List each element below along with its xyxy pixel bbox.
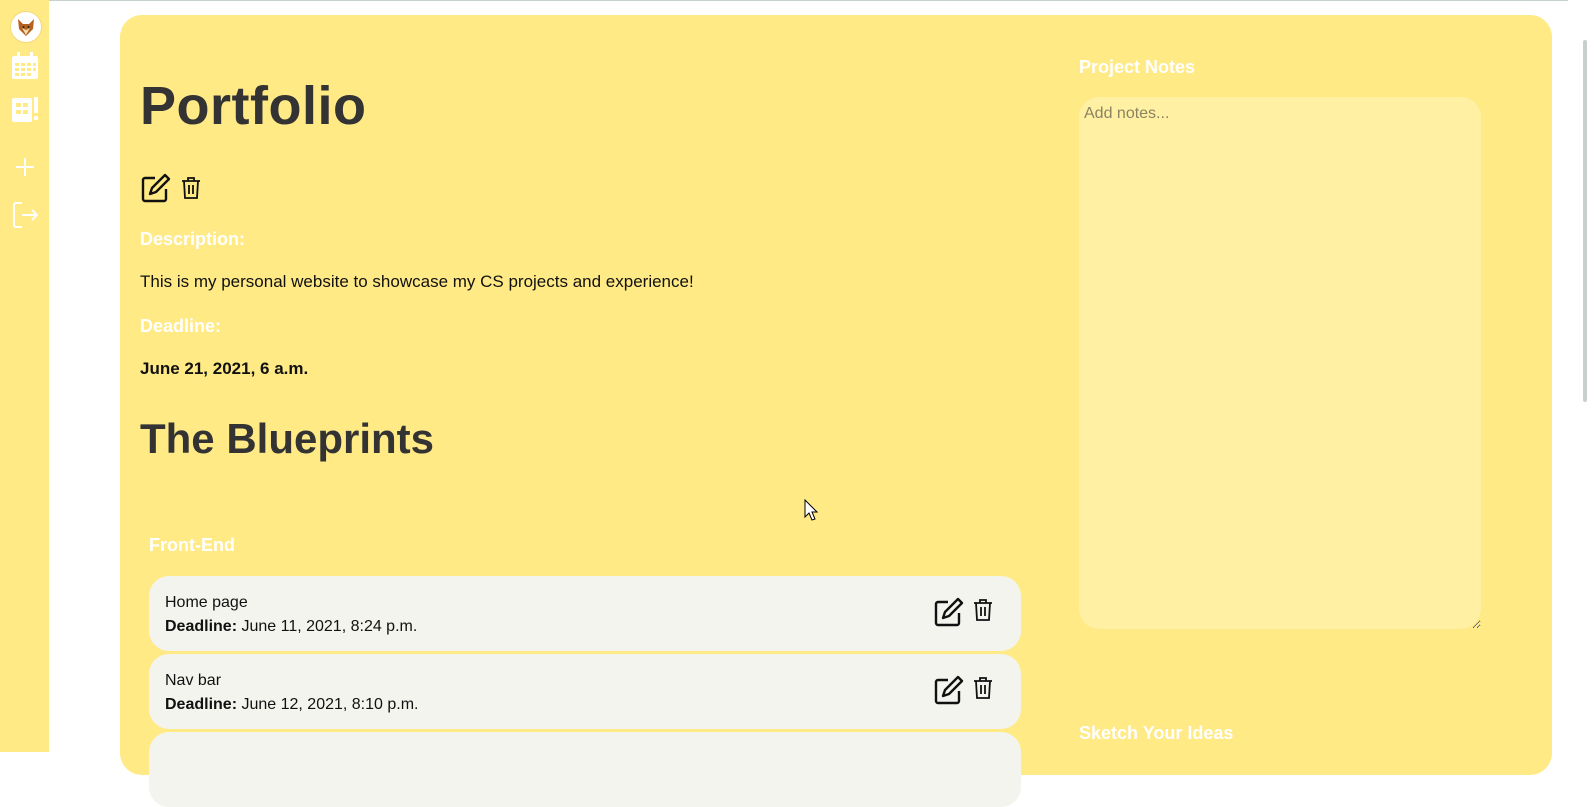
edit-icon bbox=[934, 675, 964, 705]
logout-button[interactable] bbox=[8, 198, 42, 232]
project-deadline: June 21, 2021, 6 a.m. bbox=[140, 359, 309, 378]
description-label: Description: bbox=[140, 229, 246, 249]
edit-task-button[interactable] bbox=[933, 674, 965, 706]
project-actions bbox=[140, 172, 202, 204]
add-icon bbox=[16, 158, 34, 176]
edit-icon bbox=[934, 597, 964, 627]
task-deadline-value: June 12, 2021, 8:10 p.m. bbox=[241, 696, 419, 713]
page-title: Portfolio bbox=[140, 76, 367, 136]
sketch-label: Sketch Your Ideas bbox=[1079, 723, 1234, 743]
task-card bbox=[149, 732, 1021, 807]
add-project-button[interactable] bbox=[8, 150, 42, 184]
notes-label: Project Notes bbox=[1079, 57, 1196, 77]
task-deadline: Deadline: June 12, 2021, 8:10 p.m. bbox=[165, 696, 418, 714]
trash-icon bbox=[182, 177, 200, 199]
scrollbar-thumb[interactable] bbox=[1583, 40, 1587, 402]
task-deadline: Deadline: June 11, 2021, 8:24 p.m. bbox=[165, 618, 417, 636]
sidebar bbox=[0, 0, 49, 752]
edit-task-button[interactable] bbox=[933, 596, 965, 628]
trash-icon bbox=[974, 599, 992, 621]
blueprints-title: The Blueprints bbox=[140, 415, 435, 462]
task-deadline-label: Deadline: bbox=[165, 618, 238, 635]
deadline-label: Deadline: bbox=[140, 316, 222, 336]
delete-task-button[interactable] bbox=[972, 598, 994, 622]
calendar-icon bbox=[12, 52, 38, 79]
delete-task-button[interactable] bbox=[972, 676, 994, 700]
calendar-button[interactable] bbox=[8, 49, 42, 83]
blueprint-group-label: Front-End bbox=[149, 535, 235, 555]
edit-icon bbox=[141, 173, 171, 203]
project-card: Portfolio Description: This is my person… bbox=[120, 15, 1552, 807]
task-name: Nav bar bbox=[165, 672, 222, 689]
project-description: This is my personal website to showcase … bbox=[140, 272, 694, 291]
avatar[interactable] bbox=[10, 11, 42, 43]
scrollbar[interactable] bbox=[1568, 0, 1594, 752]
edit-project-button[interactable] bbox=[140, 172, 172, 204]
projects-icon bbox=[12, 97, 38, 122]
delete-project-button[interactable] bbox=[180, 176, 202, 200]
logout-icon bbox=[13, 202, 39, 228]
task-card: Nav bar Deadline: June 12, 2021, 8:10 p.… bbox=[149, 654, 1021, 729]
task-deadline-label: Deadline: bbox=[165, 696, 238, 713]
fox-icon bbox=[18, 19, 34, 36]
projects-button[interactable] bbox=[8, 93, 42, 127]
trash-icon bbox=[974, 677, 992, 699]
top-border bbox=[49, 0, 1594, 1]
task-card: Home page Deadline: June 11, 2021, 8:24 … bbox=[149, 576, 1021, 651]
task-name: Home page bbox=[165, 594, 248, 611]
notes-textarea[interactable] bbox=[1079, 97, 1481, 629]
mouse-cursor-icon bbox=[804, 499, 818, 521]
task-deadline-value: June 11, 2021, 8:24 p.m. bbox=[241, 618, 418, 635]
